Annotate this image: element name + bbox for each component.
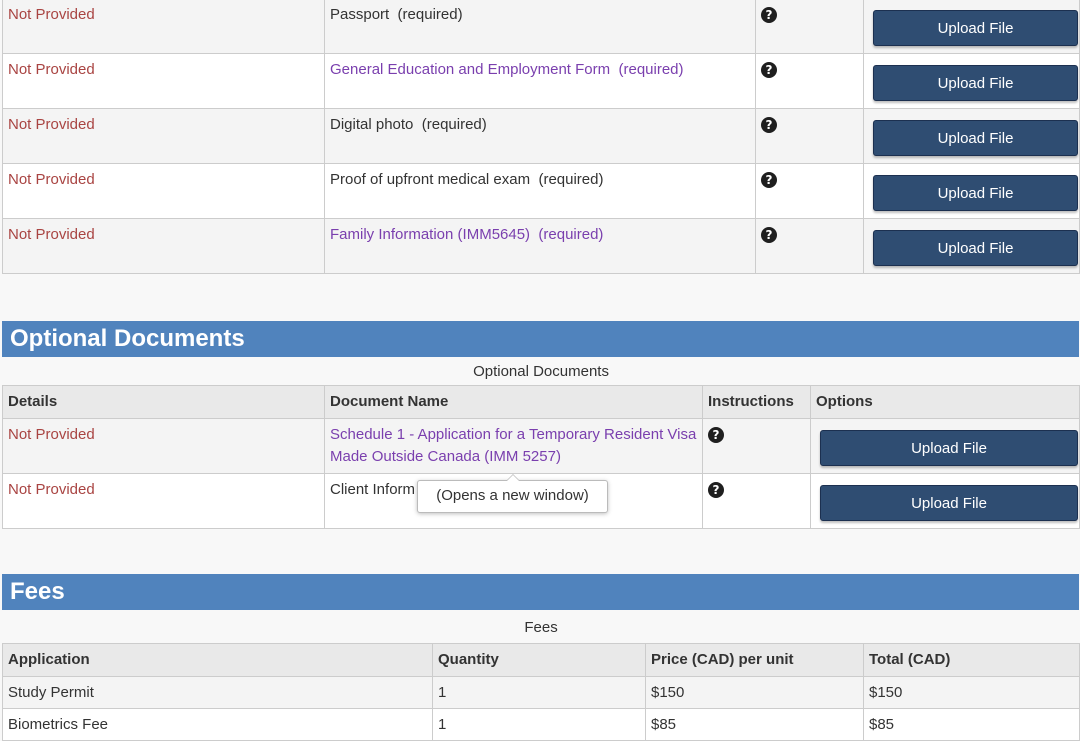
instructions-cell: ?: [755, 0, 864, 54]
fees-header: Fees: [2, 574, 1079, 610]
question-circle-icon[interactable]: ?: [761, 227, 777, 243]
options-cell: Upload File: [863, 218, 1080, 274]
question-circle-icon[interactable]: ?: [761, 172, 777, 188]
fee-price: $150: [645, 676, 864, 709]
column-header-price: Price (CAD) per unit: [645, 643, 864, 677]
document-name: Proof of upfront medical exam (required): [324, 163, 756, 219]
document-name-text: Passport: [330, 6, 390, 23]
table-row: Biometrics Fee 1 $85 $85: [2, 708, 1080, 741]
table-header-row: Application Quantity Price (CAD) per uni…: [2, 643, 1080, 677]
instructions-cell: ?: [755, 218, 864, 274]
document-name-text: Digital photo: [330, 116, 414, 133]
document-name-link[interactable]: Schedule 1 - Application for a Temporary…: [330, 426, 696, 465]
instructions-cell: ?: [755, 108, 864, 164]
document-status: Not Provided: [2, 108, 325, 164]
fees-table: Fees Application Quantity Price (CAD) pe…: [2, 612, 1080, 741]
document-name: Passport (required): [324, 0, 756, 54]
document-name-text: Proof of upfront medical exam: [330, 171, 531, 188]
column-header-quantity: Quantity: [432, 643, 646, 677]
document-name: Digital photo (required): [324, 108, 756, 164]
options-cell: Upload File: [863, 53, 1080, 109]
question-circle-icon[interactable]: ?: [761, 7, 777, 23]
document-status: Not Provided: [2, 418, 325, 474]
upload-file-button[interactable]: Upload File: [873, 230, 1078, 266]
fee-quantity: 1: [432, 676, 646, 709]
fee-total: $150: [862, 676, 1080, 709]
column-header-document-name: Document Name: [324, 385, 703, 419]
table-row: Not Provided Passport (required) ? Uploa…: [2, 0, 1080, 54]
document-status: Not Provided: [2, 0, 325, 54]
options-cell: Upload File: [863, 0, 1080, 54]
table-row: Not Provided General Education and Emplo…: [2, 53, 1080, 109]
table-header-row: Details Document Name Instructions Optio…: [2, 385, 1080, 419]
optional-documents-header: Optional Documents: [2, 321, 1079, 357]
fee-price: $85: [645, 708, 864, 741]
question-circle-icon[interactable]: ?: [761, 62, 777, 78]
column-header-instructions: Instructions: [702, 385, 811, 419]
upload-file-button[interactable]: Upload File: [873, 120, 1078, 156]
document-name-link[interactable]: General Education and Employment Form: [330, 61, 610, 78]
options-cell: Upload File: [809, 473, 1080, 529]
fee-quantity: 1: [432, 708, 646, 741]
question-circle-icon[interactable]: ?: [708, 482, 724, 498]
instructions-cell: ?: [755, 163, 864, 219]
column-header-details: Details: [2, 385, 325, 419]
table-row: Not Provided Proof of upfront medical ex…: [2, 163, 1080, 219]
document-status: Not Provided: [2, 53, 325, 109]
document-status: Not Provided: [2, 218, 325, 274]
question-circle-icon[interactable]: ?: [761, 117, 777, 133]
table-caption: Fees: [524, 619, 558, 636]
fee-total: $85: [862, 708, 1080, 741]
document-status: Not Provided: [2, 163, 325, 219]
fee-application: Study Permit: [2, 676, 433, 709]
instructions-cell: ?: [702, 473, 811, 529]
table-caption: Optional Documents: [473, 363, 609, 380]
upload-file-button[interactable]: Upload File: [873, 175, 1078, 211]
upload-file-button[interactable]: Upload File: [820, 485, 1079, 521]
table-row: Not Provided Digital photo (required) ? …: [2, 108, 1080, 164]
upload-file-button[interactable]: Upload File: [873, 10, 1078, 46]
upload-file-button[interactable]: Upload File: [873, 65, 1078, 101]
instructions-cell: ?: [702, 418, 811, 474]
document-name-text: Client Inform: [330, 481, 416, 498]
column-header-total: Total (CAD): [862, 643, 1080, 677]
options-cell: Upload File: [863, 163, 1080, 219]
options-cell: Upload File: [809, 418, 1080, 474]
required-documents-table: Not Provided Passport (required) ? Uploa…: [2, 0, 1080, 274]
document-status: Not Provided: [2, 473, 325, 529]
table-row: Not Provided Family Information (IMM5645…: [2, 218, 1080, 274]
fee-application: Biometrics Fee: [2, 708, 433, 741]
document-name: Schedule 1 - Application for a Temporary…: [324, 418, 703, 474]
document-name-link[interactable]: Family Information (IMM5645): [330, 226, 530, 243]
question-circle-icon[interactable]: ?: [708, 427, 724, 443]
document-name: Family Information (IMM5645) (required): [324, 218, 756, 274]
table-row: Study Permit 1 $150 $150: [2, 676, 1080, 709]
column-header-application: Application: [2, 643, 433, 677]
document-name: General Education and Employment Form (r…: [324, 53, 756, 109]
new-window-tooltip: (Opens a new window): [417, 474, 608, 513]
column-header-options: Options: [809, 385, 1080, 419]
options-cell: Upload File: [863, 108, 1080, 164]
instructions-cell: ?: [755, 53, 864, 109]
upload-file-button[interactable]: Upload File: [820, 430, 1079, 466]
table-row: Not Provided Schedule 1 - Application fo…: [2, 418, 1080, 474]
